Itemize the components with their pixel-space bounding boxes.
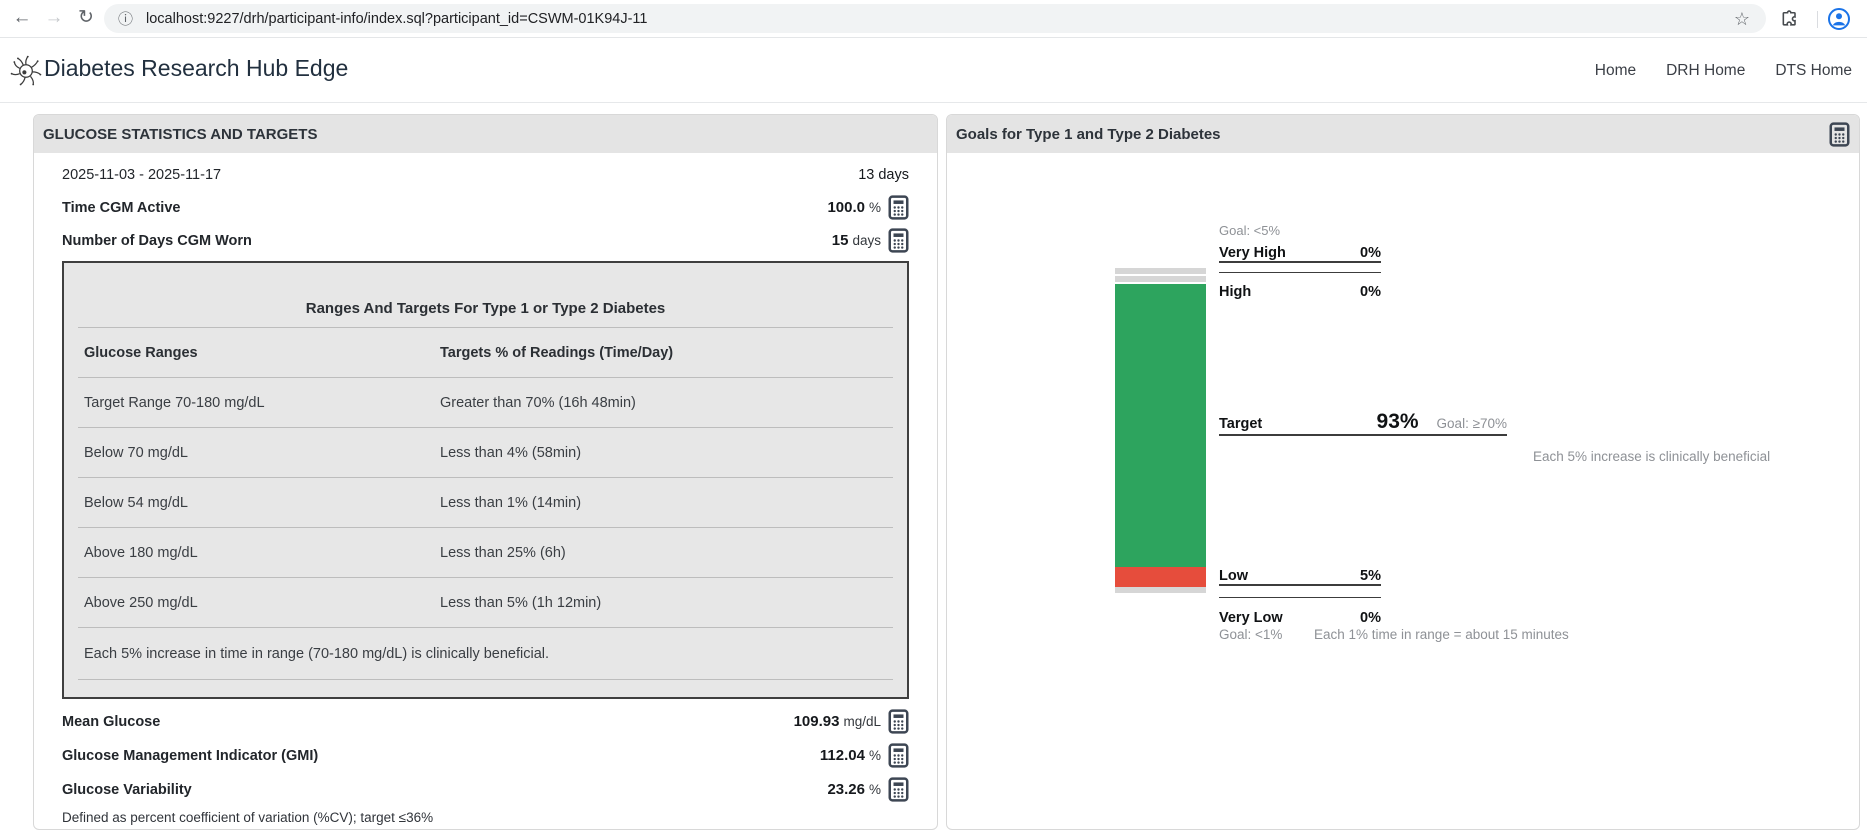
legend-row-very-high: Very High 0% [1219,241,1381,263]
profile-avatar[interactable] [1827,7,1851,31]
calculator-icon[interactable] [888,195,909,220]
page-title: Diabetes Research Hub Edge [44,55,349,81]
legend-row-low: Low 5% [1219,564,1381,586]
bar-segment-target [1115,284,1206,567]
url-text[interactable]: localhost:9227/drh/participant-info/inde… [146,11,647,27]
metric-label: Glucose Management Indicator (GMI) [62,747,319,764]
glucose-panel-title: GLUCOSE STATISTICS AND TARGETS [43,125,318,143]
column-header: Glucose Ranges [84,344,198,361]
nav-link-dts-home[interactable]: DTS Home [1775,62,1852,80]
app-header: Diabetes Research Hub Edge Home DRH Home… [0,38,1867,103]
bar-segment-low [1115,567,1206,587]
bar-segment-very-low [1115,587,1206,593]
target-cell: Less than 5% (1h 12min) [440,594,602,611]
calculator-icon[interactable] [888,743,909,768]
metric-unit: mg/dL [843,714,881,729]
target-cell: Less than 1% (14min) [440,494,582,511]
target-cell: Greater than 70% (16h 48min) [440,394,636,411]
tir-stacked-bar [1115,268,1206,595]
range-cell: Below 54 mg/dL [84,494,188,511]
table-footer-note: Each 5% increase in time in range (70-18… [78,627,893,679]
address-bar[interactable]: ⓘ localhost:9227/drh/participant-info/in… [104,4,1766,33]
calculator-icon[interactable] [888,709,909,734]
site-info-icon[interactable]: ⓘ [118,8,133,29]
glucose-stats-panel: GLUCOSE STATISTICS AND TARGETS 2025-11-0… [33,114,938,830]
legend-row-very-low: Very Low 0% [1219,610,1381,626]
very-high-goal: Goal: <5% [1219,223,1281,238]
target-cell: Less than 25% (6h) [440,544,566,561]
metric-label: Number of Days CGM Worn [62,232,252,249]
metric-label: Glucose Variability [62,781,192,798]
metric-unit: % [868,782,881,797]
range-cell: Target Range 70-180 mg/dL [84,394,265,411]
range-cell: Below 70 mg/dL [84,444,188,461]
table-row: Below 70 mg/dL Less than 4% (58min) [78,427,893,477]
ranges-targets-table: Ranges And Targets For Type 1 or Type 2 … [62,261,909,699]
table-row: Above 250 mg/dL Less than 5% (1h 12min) [78,577,893,627]
back-button[interactable]: ← [8,4,36,32]
calculator-icon[interactable] [1829,121,1850,147]
goals-panel-title: Goals for Type 1 and Type 2 Diabetes [956,125,1221,143]
date-range-days: 13 days [858,166,909,183]
calculator-icon[interactable] [888,777,909,802]
metric-row-mean-glucose: Mean Glucose 109.93 mg/dL [62,709,909,734]
tir-chart: Goal: <5% Very High 0% High 0% Target 93… [947,153,1859,829]
date-range-row: 2025-11-03 - 2025-11-17 13 days [62,163,909,186]
reload-button[interactable]: ↻ [72,4,100,32]
metric-value: 112.04 [819,747,865,764]
glucose-panel-header: GLUCOSE STATISTICS AND TARGETS [34,115,937,153]
table-title: Ranges And Targets For Type 1 or Type 2 … [305,300,666,317]
calculator-icon[interactable] [888,228,909,253]
target-cell: Less than 4% (58min) [440,444,582,461]
bookmark-star-icon[interactable]: ☆ [1734,9,1750,30]
goals-panel-header: Goals for Type 1 and Type 2 Diabetes [947,115,1859,153]
legend-row-target: Target 93% Goal: ≥70% [1219,410,1507,436]
very-low-note: Each 1% time in range = about 15 minutes [1314,627,1569,642]
table-row: Target Range 70-180 mg/dL Greater than 7… [78,377,893,427]
cv-footnote: Defined as percent coefficient of variat… [62,810,434,825]
metric-unit: % [868,200,881,215]
metric-row-cgm-active: Time CGM Active 100.0 % [62,195,909,220]
very-low-goal-row: Goal: <1% Each 1% time in range = about … [1219,627,1569,642]
metric-row-gmi: Glucose Management Indicator (GMI) 112.0… [62,743,909,768]
toolbar-divider [1817,11,1818,28]
metric-value: 15 [831,232,849,249]
app-logo-icon [8,52,44,90]
very-low-goal: Goal: <1% [1219,627,1283,642]
metric-value: 23.26 [827,781,865,798]
legend-row-high: High 0% [1219,284,1381,300]
browser-toolbar: ← → ↻ ⓘ localhost:9227/drh/participant-i… [0,0,1867,38]
metric-row-variability: Glucose Variability 23.26 % [62,777,909,802]
target-note: Each 5% increase is clinically beneficia… [1533,449,1771,464]
range-cell: Above 250 mg/dL [84,594,198,611]
bar-segment-high [1115,276,1206,282]
table-row: Below 54 mg/dL Less than 1% (14min) [78,477,893,527]
table-bottom-rule [78,679,893,697]
metric-value: 109.93 [793,713,840,730]
metric-label: Time CGM Active [62,199,181,216]
column-header: Targets % of Readings (Time/Day) [440,344,674,361]
table-header-row: Glucose Ranges Targets % of Readings (Ti… [78,327,893,377]
metric-unit: days [852,233,881,248]
extensions-icon[interactable] [1780,9,1800,29]
target-goal: Goal: ≥70% [1436,416,1507,431]
metric-row-days-worn: Number of Days CGM Worn 15 days [62,228,909,253]
date-range-label: 2025-11-03 - 2025-11-17 [62,166,222,183]
bar-segment-very-high [1115,268,1206,274]
segment-divider-line [1219,272,1381,273]
nav-link-home[interactable]: Home [1595,62,1636,80]
top-navigation: Home DRH Home DTS Home [1595,38,1852,103]
range-cell: Above 180 mg/dL [84,544,198,561]
segment-divider-line [1219,597,1381,598]
forward-button[interactable]: → [40,4,68,32]
metric-unit: % [868,748,881,763]
metric-value: 100.0 [827,199,865,216]
nav-link-drh-home[interactable]: DRH Home [1666,62,1745,80]
metric-label: Mean Glucose [62,713,161,730]
table-row: Above 180 mg/dL Less than 25% (6h) [78,527,893,577]
goals-panel: Goals for Type 1 and Type 2 Diabetes Goa… [946,114,1860,830]
